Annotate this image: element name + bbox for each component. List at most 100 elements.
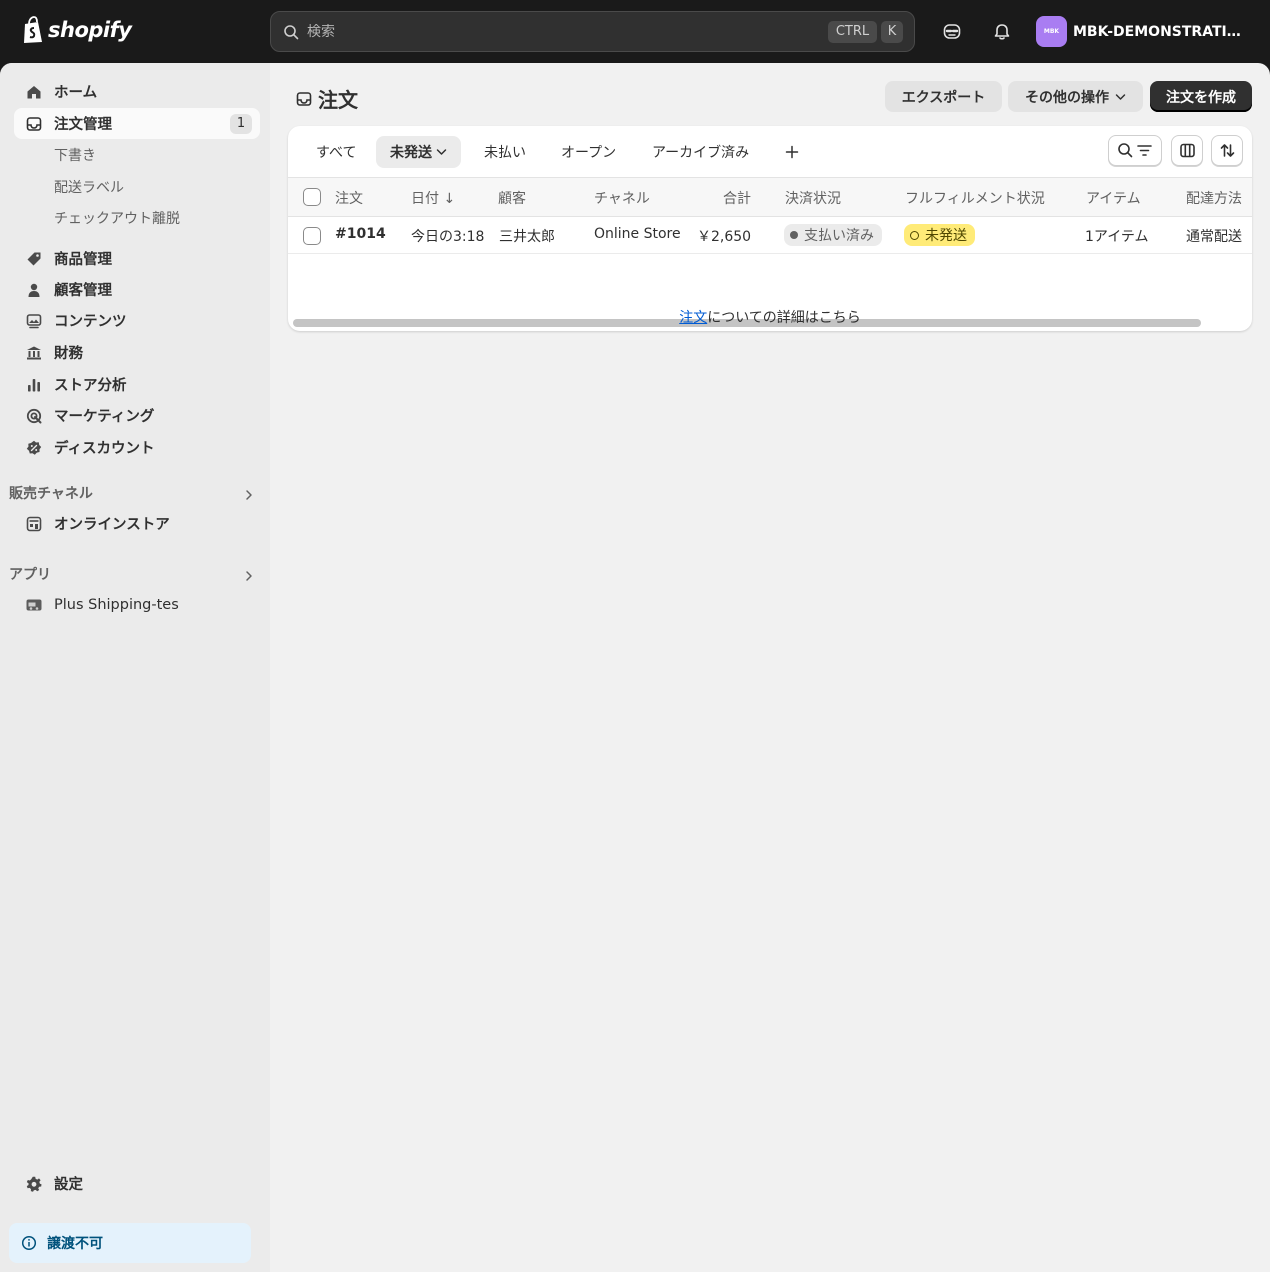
tab-open[interactable]: オープン xyxy=(547,136,630,168)
order-total: ￥2,650 xyxy=(697,229,752,245)
sidebar-subitem-drafts[interactable]: 下書き xyxy=(54,145,96,165)
store-menu-button[interactable]: MBK MBK-DEMONSTRATIO... xyxy=(1036,16,1249,47)
add-view-icon[interactable] xyxy=(785,145,799,159)
sidebar-item-marketing[interactable]: マーケティング xyxy=(14,400,260,431)
row-checkbox[interactable] xyxy=(303,227,321,245)
sort-icon xyxy=(1220,144,1234,157)
shortcut-ctrl-key: CTRL xyxy=(828,21,877,43)
bar-chart-icon xyxy=(28,378,40,391)
columns-button[interactable] xyxy=(1171,135,1203,166)
table-row[interactable]: #1014 今日の3:18 三井太郎 Online Store ￥2,650 支… xyxy=(288,217,1252,254)
sidebar-item-label: 商品管理 xyxy=(54,252,112,268)
shortcut-k-key: K xyxy=(881,21,903,43)
column-header-order[interactable]: 注文 xyxy=(335,188,363,208)
sidebar-item-orders[interactable]: 注文管理 1 xyxy=(14,108,260,139)
column-header-delivery-method[interactable]: 配達方法 xyxy=(1186,188,1242,208)
chevron-down-icon xyxy=(1115,93,1126,100)
sidebar-item-products[interactable]: 商品管理 xyxy=(14,243,260,274)
column-header-channel[interactable]: チャネル xyxy=(594,188,650,208)
more-actions-button[interactable]: その他の操作 xyxy=(1008,81,1143,112)
learn-more-link[interactable]: 注文 xyxy=(679,310,707,326)
home-icon xyxy=(27,85,41,98)
create-order-button[interactable]: 注文を作成 xyxy=(1150,81,1252,112)
fulfillment-status-badge: 未発送 xyxy=(904,224,975,246)
orders-card: すべて 未発送 未払い オープン アーカイブ済み 注文 日付 ↓ 顧客 チャネル… xyxy=(288,126,1252,331)
order-items: 1アイテム xyxy=(1085,229,1149,245)
notice-label: 譲渡不可 xyxy=(47,1236,103,1252)
app-shell: ホーム 注文管理 1 下書き 配送ラベル チェックアウト離脱 商品管理 顧客管理… xyxy=(0,63,1270,1272)
search-icon xyxy=(1118,143,1133,158)
tab-unfulfilled[interactable]: 未発送 xyxy=(376,136,461,168)
image-icon xyxy=(26,313,42,328)
search-input[interactable] xyxy=(307,23,807,40)
brand-name: shopify xyxy=(48,18,132,42)
store-name: MBK-DEMONSTRATIO... xyxy=(1073,23,1249,40)
sidebar-item-label: ストア分析 xyxy=(54,378,127,394)
sidebar-item-label: ホーム xyxy=(54,85,98,101)
search-filter-button[interactable] xyxy=(1108,135,1162,166)
sidebar-subitem-shipping-labels[interactable]: 配送ラベル xyxy=(54,177,124,197)
column-header-payment-status[interactable]: 決済状況 xyxy=(785,188,841,208)
chevron-right-icon[interactable] xyxy=(244,570,254,582)
sidebar-item-label: マーケティング xyxy=(54,409,155,425)
column-header-customer[interactable]: 顧客 xyxy=(498,188,526,208)
tab-unpaid[interactable]: 未払い xyxy=(470,136,540,168)
top-bar: shopify CTRL K MBK MBK-DEMONSTRATIO... xyxy=(0,0,1270,63)
gear-icon xyxy=(26,1176,42,1192)
tab-archived[interactable]: アーカイブ済み xyxy=(638,136,763,168)
sidebar-item-settings[interactable]: 設定 xyxy=(14,1168,260,1199)
order-channel: Online Store xyxy=(594,226,681,242)
shopify-bag-icon xyxy=(24,16,42,43)
sidebar-item-content[interactable]: コンテンツ xyxy=(14,305,260,336)
page-title-text: 注文 xyxy=(318,88,358,112)
tab-label: 未発送 xyxy=(390,145,432,161)
sort-button[interactable] xyxy=(1211,135,1243,166)
sidebar-subitem-abandoned-checkouts[interactable]: チェックアウト離脱 xyxy=(54,208,180,228)
sidebar-item-analytics[interactable]: ストア分析 xyxy=(14,369,260,400)
order-number[interactable]: #1014 xyxy=(335,226,386,242)
column-header-date[interactable]: 日付 ↓ xyxy=(411,188,455,208)
discount-icon xyxy=(26,440,42,455)
sidebar-item-home[interactable]: ホーム xyxy=(14,76,260,107)
sidekick-icon[interactable] xyxy=(942,21,962,41)
sales-channels-heading[interactable]: 販売チャネル xyxy=(9,483,93,503)
order-customer: 三井太郎 xyxy=(499,229,555,245)
sidebar-item-customers[interactable]: 顧客管理 xyxy=(14,274,260,305)
store-avatar: MBK xyxy=(1036,16,1067,47)
non-transferable-notice[interactable]: 譲渡不可 xyxy=(9,1223,251,1263)
target-icon xyxy=(26,408,42,423)
filter-icon xyxy=(1137,145,1152,156)
columns-icon xyxy=(1179,143,1195,158)
info-icon xyxy=(21,1235,37,1251)
shopify-logo[interactable]: shopify xyxy=(22,16,132,44)
column-header-fulfillment-status[interactable]: フルフィルメント状況 xyxy=(905,188,1045,208)
sidebar-item-label: 注文管理 xyxy=(54,117,112,133)
sidebar-item-label: 顧客管理 xyxy=(54,283,112,299)
tab-all[interactable]: すべて xyxy=(302,136,370,168)
sidebar-item-label: 財務 xyxy=(54,346,83,362)
chevron-right-icon[interactable] xyxy=(244,489,254,501)
sidebar-item-label: オンラインストア xyxy=(54,517,170,533)
learn-more-suffix: についての詳細はこちら xyxy=(707,310,861,326)
sidebar-item-finance[interactable]: 財務 xyxy=(14,337,260,368)
inbox-icon xyxy=(26,116,42,131)
bank-icon xyxy=(27,346,41,359)
sidebar-item-label: ディスカウント xyxy=(54,441,155,457)
sidebar-item-discounts[interactable]: ディスカウント xyxy=(14,432,260,463)
apps-heading[interactable]: アプリ xyxy=(9,564,51,584)
column-header-total[interactable]: 合計 xyxy=(723,188,751,208)
orders-count-badge: 1 xyxy=(230,114,252,134)
sidebar-item-label: Plus Shipping-tes xyxy=(54,596,179,613)
bell-icon[interactable] xyxy=(992,21,1012,41)
payment-status-badge: 支払い済み xyxy=(784,224,882,246)
sidebar-item-label: コンテンツ xyxy=(54,314,127,330)
sidebar-item-online-store[interactable]: オンラインストア xyxy=(14,508,260,539)
global-search[interactable]: CTRL K xyxy=(270,11,915,52)
select-all-checkbox[interactable] xyxy=(303,188,321,206)
page-title: 注文 xyxy=(296,84,358,113)
column-header-items[interactable]: アイテム xyxy=(1086,188,1141,208)
payment-status-label: 支払い済み xyxy=(804,228,874,244)
export-button[interactable]: エクスポート xyxy=(885,81,1002,112)
chevron-down-icon xyxy=(436,149,447,155)
sidebar-item-app-plus-shipping[interactable]: Plus Shipping-tes xyxy=(14,589,260,620)
